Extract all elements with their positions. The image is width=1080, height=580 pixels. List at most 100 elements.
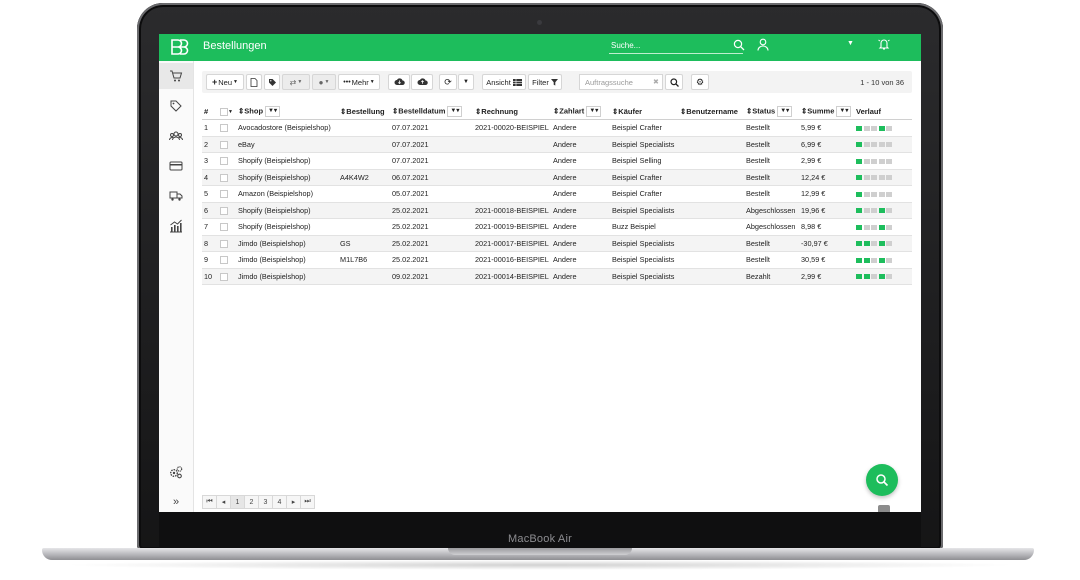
table-row[interactable]: 6 Shopify (Beispielshop) 25.02.2021 2021-00… (202, 202, 912, 219)
cell-status: Abgeschlossen (744, 218, 799, 236)
select-all-checkbox[interactable] (220, 107, 228, 116)
row-checkbox[interactable] (220, 173, 228, 182)
row-select-cell (218, 202, 236, 219)
payment-filter-icon[interactable]: ▼▾ (586, 105, 602, 117)
top-bar: Bestellungen ▼ (159, 34, 921, 61)
history-cell (854, 169, 912, 186)
previous-page-button[interactable]: ◂ (216, 495, 231, 509)
cell-order (338, 202, 390, 219)
sidebar-item-statistics[interactable] (159, 213, 193, 239)
sidebar-item-payments[interactable] (159, 153, 193, 179)
shop-filter-icon[interactable]: ▼▾ (265, 105, 280, 117)
cart-status-icon (856, 257, 862, 263)
cell-total: 5,99 € (799, 119, 854, 137)
search-icon[interactable] (733, 39, 745, 51)
row-checkbox[interactable] (220, 206, 228, 215)
sidebar-item-products[interactable] (159, 93, 193, 119)
page-button-3[interactable]: 3 (258, 495, 273, 509)
page-button-4[interactable]: 4 (272, 495, 287, 509)
row-select-cell (218, 169, 236, 186)
shipping-status-icon (871, 224, 877, 230)
sidebar-item-customers[interactable] (159, 123, 193, 149)
table-row[interactable]: 10 Jimdo (Beispielshop) 09.02.2021 2021-000… (202, 268, 912, 285)
column-header-date[interactable]: ⇕Bestelldatum ▼▾ (390, 103, 473, 120)
page-button-2[interactable]: 2 (244, 495, 259, 509)
user-icon[interactable] (757, 38, 769, 51)
column-header-invoice[interactable]: ⇕Rechnung (473, 103, 551, 120)
table-row[interactable]: 1 Avocadostore (Beispielshop) 07.07.2021 20… (202, 119, 912, 137)
table-row[interactable]: 4 Shopify (Beispielshop) A4K4W2 06.07.2021 A… (202, 169, 912, 186)
cell-total: 19,96 € (799, 202, 854, 219)
row-checkbox[interactable] (220, 239, 228, 248)
date-filter-icon[interactable]: ▼▾ (447, 105, 463, 117)
cart-status-icon (856, 241, 862, 247)
scroll-top-tab[interactable] (878, 505, 890, 512)
column-header-username[interactable]: ⇕Benutzername (678, 103, 744, 120)
clear-search-icon[interactable]: ✖ (653, 78, 659, 86)
last-page-button[interactable]: ⏭ (300, 495, 315, 509)
view-button[interactable]: Ansicht (482, 74, 526, 90)
refresh-button[interactable]: ⟳ (439, 74, 457, 90)
quick-search-button[interactable] (866, 464, 898, 496)
cell-num: 6 (202, 202, 218, 219)
sidebar-item-settings[interactable] (159, 459, 193, 485)
caret-down-icon: ▼ (369, 79, 375, 85)
cloud-download-button[interactable] (388, 74, 410, 90)
cell-date: 09.02.2021 (390, 268, 473, 285)
column-header-status[interactable]: ⇕Status ▼▾ (744, 103, 799, 120)
page-button-1[interactable]: 1 (230, 495, 245, 509)
column-header-select[interactable]: ▼ (218, 103, 236, 120)
order-search-button[interactable] (665, 74, 683, 90)
row-checkbox[interactable] (220, 124, 228, 133)
bell-icon[interactable] (877, 37, 891, 51)
table-row[interactable]: 2 eBay 07.07.2021 Andere Beispiel Specialist… (202, 136, 912, 153)
column-header-total[interactable]: ⇕Summe ▼▾ (799, 103, 854, 120)
cloud-upload-button[interactable] (411, 74, 433, 90)
column-header-buyer[interactable]: ⇕Käufer (610, 103, 678, 120)
row-select-cell (218, 268, 236, 285)
more-button[interactable]: ••• Mehr ▼ (338, 74, 380, 90)
total-filter-icon[interactable]: ▼▾ (836, 105, 852, 117)
order-search-input[interactable] (579, 74, 663, 90)
status-filter-icon[interactable]: ▼▾ (777, 105, 793, 117)
app-logo-icon[interactable] (169, 38, 189, 56)
filter-button[interactable]: Filter (528, 74, 562, 90)
repeat-button[interactable]: ⇄ ▼ (282, 74, 310, 90)
column-header-order[interactable]: ⇕Bestellung (338, 103, 390, 120)
cell-status: Bestellt (744, 251, 799, 269)
global-search-input[interactable] (609, 39, 731, 52)
users-icon (169, 131, 183, 141)
row-checkbox[interactable] (220, 223, 228, 232)
first-page-button[interactable]: ⏮ (202, 495, 217, 509)
column-header-shop-label: Shop (244, 105, 264, 115)
history-cell (854, 119, 912, 137)
new-button[interactable]: + Neu ▼ (206, 74, 244, 90)
chevron-down-icon[interactable]: ▼ (847, 40, 854, 47)
sidebar-item-shipping[interactable] (159, 183, 193, 209)
row-checkbox[interactable] (220, 272, 228, 281)
row-checkbox[interactable] (220, 256, 228, 265)
orders-toolbar: + Neu ▼ ⇄ ▼ ● ▼ ••• Mehr ▼ ⟳ ▼ Ansicht F… (202, 71, 912, 93)
user-assign-button[interactable]: ● ▼ (312, 74, 336, 90)
row-checkbox[interactable] (220, 140, 228, 149)
pdf-button[interactable] (246, 74, 262, 90)
table-settings-button[interactable]: ⚙ (691, 74, 709, 90)
refresh-options-button[interactable]: ▼ (458, 74, 474, 90)
cell-order (338, 185, 390, 203)
table-row[interactable]: 9 Jimdo (Beispielshop) M1L7B6 25.02.2021 202… (202, 251, 912, 269)
payment-status-icon (863, 208, 870, 214)
row-checkbox[interactable] (220, 157, 228, 166)
table-row[interactable]: 8 Jimdo (Beispielshop) GS 25.02.2021 2021-00… (202, 235, 912, 252)
sidebar-item-orders[interactable] (159, 63, 193, 89)
table-row[interactable]: 7 Shopify (Beispielshop) 25.02.2021 2021-00… (202, 218, 912, 236)
next-page-button[interactable]: ▸ (286, 495, 301, 509)
column-header-buyer-label: Käufer (618, 106, 643, 116)
table-row[interactable]: 5 Amazon (Beispielshop) 05.07.2021 Andere Be… (202, 185, 912, 203)
table-row[interactable]: 3 Shopify (Beispielshop) 07.07.2021 Andere B… (202, 152, 912, 170)
cart-status-icon (856, 274, 862, 280)
row-checkbox[interactable] (220, 190, 228, 199)
expand-icon[interactable]: » (159, 489, 193, 512)
tag-button[interactable] (264, 74, 280, 90)
column-header-payment[interactable]: ⇕Zahlart ▼▾ (551, 103, 610, 120)
column-header-shop[interactable]: ⇕Shop ▼▾ (236, 103, 338, 120)
